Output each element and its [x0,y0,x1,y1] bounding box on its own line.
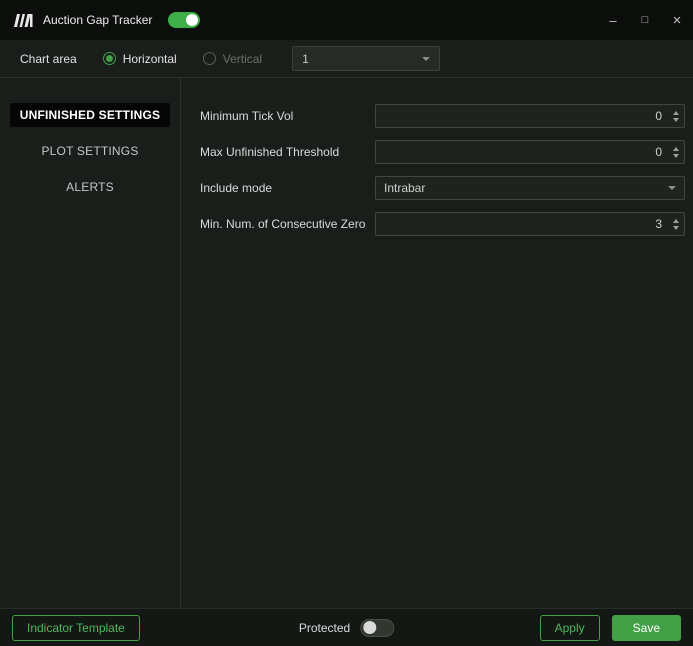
sidebar: UNFINISHED SETTINGS PLOT SETTINGS ALERTS [0,78,181,608]
indicator-template-button[interactable]: Indicator Template [12,614,140,641]
spin-down-button[interactable] [672,117,679,122]
number-spinner [667,105,684,127]
window-controls: – □ × [597,0,693,40]
field-value: 0 [655,145,662,159]
sidebar-item-alerts[interactable]: ALERTS [10,175,170,199]
close-button[interactable]: × [661,0,693,40]
field-value: Intrabar [384,181,426,195]
field-label: Max Unfinished Threshold [200,145,340,159]
settings-form: Minimum Tick Vol 0 Max Unfinished Thresh… [181,78,693,608]
maximize-button[interactable]: □ [629,0,661,40]
form-row: Include mode Intrabar [200,170,685,206]
chart-area-toolbar: Chart area Horizontal Vertical 1 [0,40,693,77]
radio-horizontal-label: Horizontal [122,51,177,66]
save-button[interactable]: Save [611,614,681,641]
field-label: Minimum Tick Vol [200,109,294,123]
field-label: Include mode [200,181,273,195]
chart-number-value: 1 [302,51,309,66]
number-spinner [667,141,684,163]
sidebar-item-plot-settings[interactable]: PLOT SETTINGS [10,139,170,163]
apply-button[interactable]: Apply [539,614,600,641]
sidebar-item-unfinished-settings[interactable]: UNFINISHED SETTINGS [10,103,170,127]
spin-down-button[interactable] [672,153,679,158]
spin-up-button[interactable] [672,218,679,223]
form-row: Minimum Tick Vol 0 [200,98,685,134]
form-row: Min. Num. of Consecutive Zero 3 [200,206,685,242]
chart-number-select[interactable]: 1 [292,46,441,71]
chevron-down-icon [668,186,676,190]
indicator-enabled-toggle[interactable] [168,12,201,28]
window-title: Auction Gap Tracker [43,13,153,27]
protected-label: Protected [298,620,351,635]
chart-area-label: Chart area [20,51,77,66]
titlebar: Auction Gap Tracker – □ × [0,0,693,40]
protected-toggle[interactable] [360,618,395,637]
footer-actions: Apply Save [539,614,681,641]
footer-bar: Indicator Template Protected Apply Save [0,608,693,646]
radio-vertical[interactable]: Vertical [202,51,263,66]
number-spinner [667,213,684,235]
form-row: Max Unfinished Threshold 0 [200,134,685,170]
min-consecutive-zero-input[interactable]: 3 [375,212,685,236]
minimum-tick-vol-input[interactable]: 0 [375,104,685,128]
field-value: 3 [655,217,662,231]
max-unfinished-threshold-input[interactable]: 0 [375,140,685,164]
radio-circle-icon [202,52,216,65]
field-label: Min. Num. of Consecutive Zero [200,217,366,231]
spin-down-button[interactable] [672,225,679,230]
spin-up-button[interactable] [672,146,679,151]
app-logo-icon [14,13,33,27]
chevron-down-icon [422,56,431,61]
radio-vertical-label: Vertical [222,51,263,66]
protected-control: Protected [298,618,395,637]
content-area: UNFINISHED SETTINGS PLOT SETTINGS ALERTS… [0,78,693,608]
toggle-knob [363,621,377,634]
toggle-knob [186,14,199,26]
radio-circle-icon [102,52,116,65]
radio-horizontal[interactable]: Horizontal [102,51,177,66]
field-value: 0 [655,109,662,123]
include-mode-select[interactable]: Intrabar [375,176,685,200]
indicator-settings-window: Auction Gap Tracker – □ × Chart area Hor… [0,0,693,646]
minimize-button[interactable]: – [597,0,629,40]
spin-up-button[interactable] [672,110,679,115]
